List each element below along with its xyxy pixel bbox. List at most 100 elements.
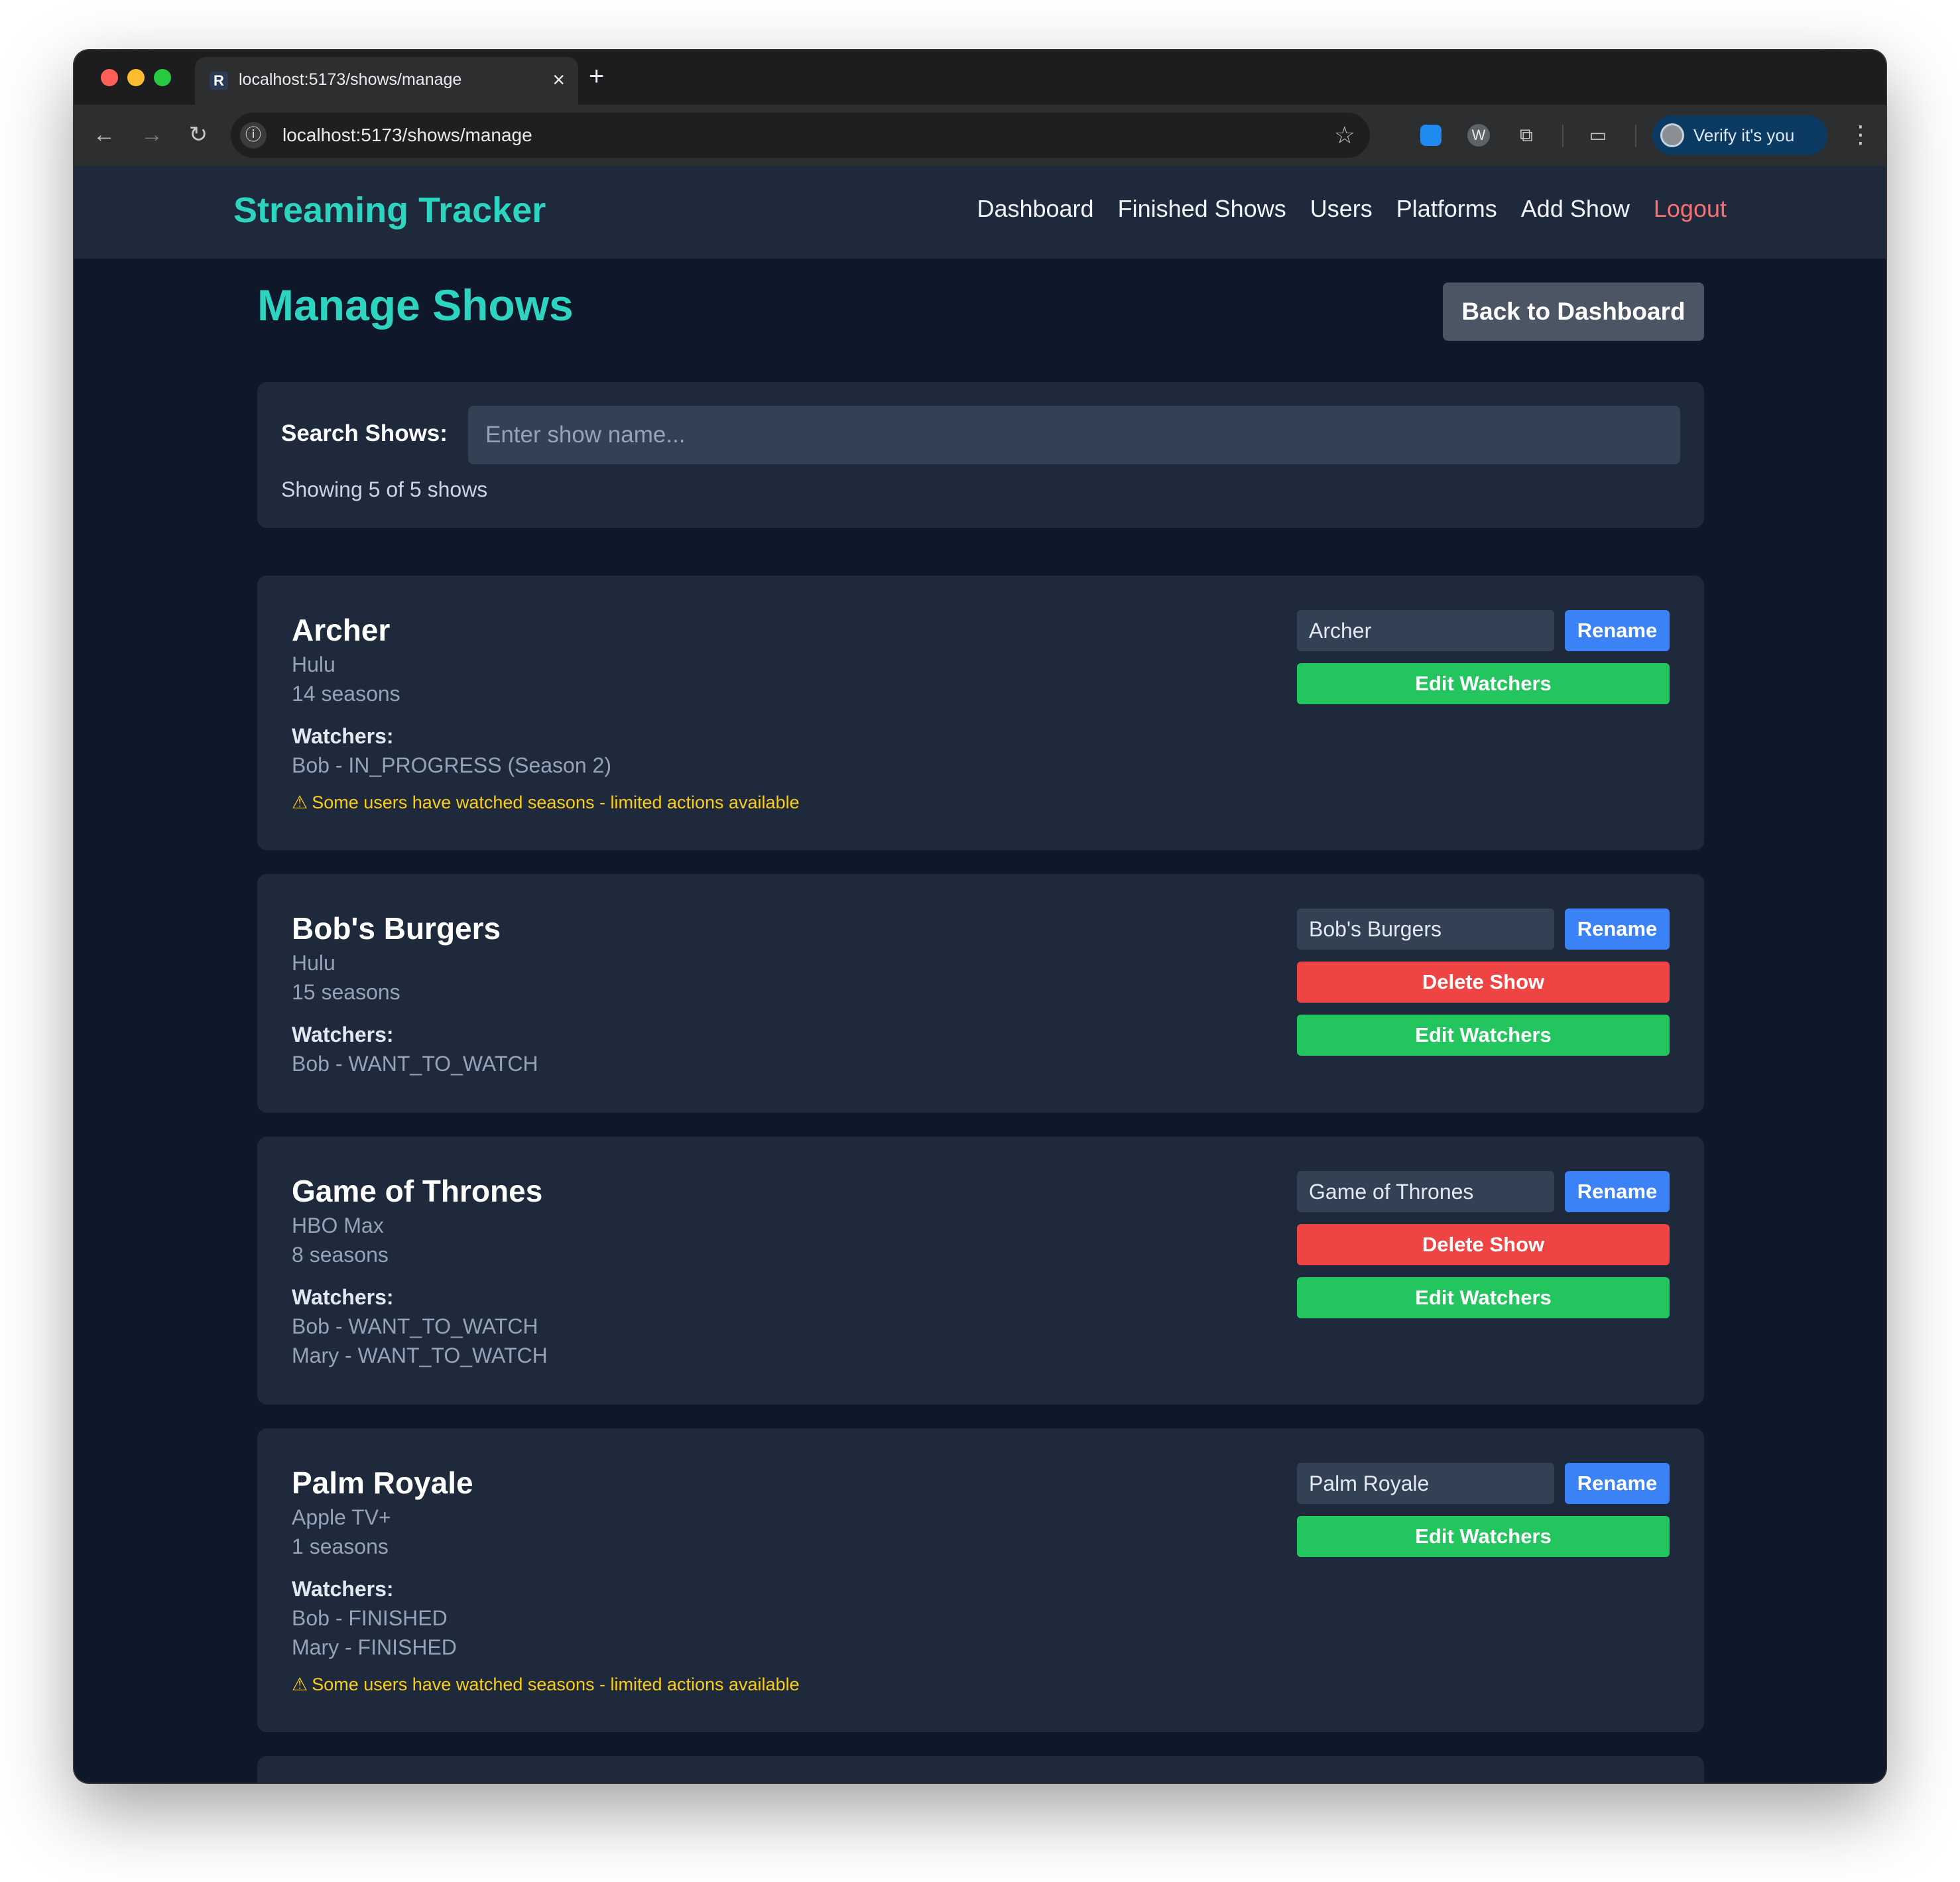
- site-info-icon[interactable]: ⓘ: [240, 122, 267, 149]
- reload-icon[interactable]: ↻: [182, 118, 215, 151]
- minimize-window-button[interactable]: [127, 69, 145, 86]
- show-platform: HBO Max: [292, 1214, 384, 1237]
- maximize-window-button[interactable]: [154, 69, 171, 86]
- warning-text: Some users have watched seasons - limite…: [312, 1674, 800, 1694]
- app-navbar: Streaming Tracker Dashboard Finished Sho…: [74, 166, 1886, 259]
- brand-logo[interactable]: Streaming Tracker: [233, 190, 546, 231]
- edit-watchers-button[interactable]: Edit Watchers: [1297, 663, 1670, 704]
- toolbar-divider: [1562, 125, 1563, 147]
- show-info: Game of Thrones HBO Max 8 seasons Watche…: [292, 1171, 1220, 1370]
- close-tab-icon[interactable]: ×: [552, 66, 565, 93]
- forward-arrow-icon[interactable]: →: [135, 118, 168, 151]
- watcher-entry: Bob - IN_PROGRESS (Season 2): [292, 753, 611, 777]
- rename-input[interactable]: [1297, 1171, 1554, 1212]
- cast-icon[interactable]: ▭: [1585, 122, 1611, 149]
- w-extension-icon[interactable]: W: [1465, 122, 1492, 149]
- watcher-entry: Mary - FINISHED: [292, 1635, 457, 1659]
- nav-link-finished-shows[interactable]: Finished Shows: [1118, 195, 1286, 223]
- rename-row: Rename: [1297, 610, 1670, 651]
- watchers-label: Watchers:: [292, 1577, 394, 1601]
- nav-link-add-show[interactable]: Add Show: [1521, 195, 1630, 223]
- show-seasons: 15 seasons: [292, 980, 400, 1004]
- show-actions: Rename Edit Watchers: [1297, 1463, 1670, 1557]
- show-platform: Hulu: [292, 951, 336, 975]
- limited-actions-warning: ⚠ Some users have watched seasons - limit…: [292, 789, 1220, 816]
- watcher-entry: Bob - WANT_TO_WATCH: [292, 1052, 538, 1076]
- edit-watchers-button[interactable]: Edit Watchers: [1297, 1015, 1670, 1056]
- warning-text: Some users have watched seasons - limite…: [312, 792, 800, 812]
- nav-link-logout[interactable]: Logout: [1654, 195, 1727, 223]
- watcher-entry: Mary - WANT_TO_WATCH: [292, 1344, 548, 1367]
- browser-tab[interactable]: R localhost:5173/shows/manage ×: [195, 57, 578, 105]
- show-platform: Hulu: [292, 653, 336, 676]
- cloud-extension-icon[interactable]: [1418, 122, 1444, 149]
- show-name: Game of Thrones: [292, 1174, 543, 1208]
- url-text[interactable]: localhost:5173/shows/manage: [282, 125, 532, 146]
- delete-show-button[interactable]: Delete Show: [1297, 962, 1670, 1003]
- search-result-count: Showing 5 of 5 shows: [281, 477, 488, 501]
- search-panel: Search Shows: Showing 5 of 5 shows: [257, 382, 1704, 528]
- show-seasons: 1 seasons: [292, 1535, 389, 1558]
- page-title: Manage Shows: [257, 281, 574, 330]
- rename-row: Rename: [1297, 909, 1670, 950]
- search-input[interactable]: [468, 406, 1680, 464]
- toolbar-divider: [1635, 125, 1636, 147]
- rename-input[interactable]: [1297, 610, 1554, 651]
- close-window-button[interactable]: [101, 69, 118, 86]
- watchers-label: Watchers:: [292, 1023, 394, 1046]
- watcher-entry: Bob - FINISHED: [292, 1606, 448, 1630]
- rename-button[interactable]: Rename: [1565, 909, 1670, 950]
- favicon-icon: R: [210, 72, 228, 90]
- edit-watchers-button[interactable]: Edit Watchers: [1297, 1516, 1670, 1557]
- search-label: Search Shows:: [281, 420, 448, 446]
- back-arrow-icon[interactable]: ←: [88, 118, 121, 151]
- watchers-label: Watchers:: [292, 724, 394, 748]
- rename-input[interactable]: [1297, 909, 1554, 950]
- warning-icon: ⚠: [292, 1674, 308, 1694]
- rename-button[interactable]: Rename: [1565, 610, 1670, 651]
- show-info: Palm Royale Apple TV+ 1 seasons Watchers…: [292, 1463, 1220, 1698]
- browser-menu-icon[interactable]: ⋮: [1849, 118, 1872, 151]
- show-card: Palm Royale Apple TV+ 1 seasons Watchers…: [257, 1428, 1704, 1732]
- show-platform: Apple TV+: [292, 1505, 391, 1529]
- show-info: Bob's Burgers Hulu 15 seasons Watchers: …: [292, 909, 1220, 1078]
- show-name: Archer: [292, 613, 391, 647]
- show-card: Bob's Burgers Hulu 15 seasons Watchers: …: [257, 874, 1704, 1113]
- show-actions: Rename Delete Show Edit Watchers: [1297, 909, 1670, 1056]
- browser-window: R localhost:5173/shows/manage × + ← → ↻ …: [74, 50, 1886, 1783]
- show-seasons: 8 seasons: [292, 1243, 389, 1267]
- nav-link-platforms[interactable]: Platforms: [1396, 195, 1497, 223]
- nav-link-dashboard[interactable]: Dashboard: [977, 195, 1093, 223]
- rename-button[interactable]: Rename: [1565, 1171, 1670, 1212]
- profile-label: Verify it's you: [1693, 125, 1795, 145]
- delete-show-button[interactable]: Delete Show: [1297, 1224, 1670, 1265]
- page-viewport: Streaming Tracker Dashboard Finished Sho…: [74, 166, 1886, 1783]
- new-tab-icon[interactable]: +: [589, 60, 604, 93]
- address-bar[interactable]: ⓘ localhost:5173/shows/manage ☆: [231, 113, 1370, 158]
- bookmark-star-icon[interactable]: ☆: [1334, 121, 1355, 150]
- show-card: Archer Hulu 14 seasons Watchers: Bob - I…: [257, 576, 1704, 850]
- extensions-puzzle-icon[interactable]: ⧉: [1513, 122, 1540, 149]
- watchers-label: Watchers:: [292, 1285, 394, 1309]
- show-seasons: 14 seasons: [292, 682, 400, 706]
- nav-link-users[interactable]: Users: [1310, 195, 1373, 223]
- show-name: Palm Royale: [292, 1466, 473, 1500]
- show-card: [257, 1756, 1704, 1783]
- rename-row: Rename: [1297, 1463, 1670, 1504]
- watcher-entry: Bob - WANT_TO_WATCH: [292, 1314, 538, 1338]
- avatar: [1660, 123, 1684, 147]
- page-header: Manage Shows Back to Dashboard: [257, 259, 1704, 382]
- browser-toolbar: ← → ↻ ⓘ localhost:5173/shows/manage ☆ W …: [74, 105, 1886, 166]
- rename-input[interactable]: [1297, 1463, 1554, 1504]
- rename-row: Rename: [1297, 1171, 1670, 1212]
- profile-button[interactable]: Verify it's you: [1652, 115, 1827, 155]
- show-actions: Rename Edit Watchers: [1297, 610, 1670, 704]
- warning-icon: ⚠: [292, 792, 308, 812]
- rename-button[interactable]: Rename: [1565, 1463, 1670, 1504]
- show-card: Game of Thrones HBO Max 8 seasons Watche…: [257, 1137, 1704, 1405]
- edit-watchers-button[interactable]: Edit Watchers: [1297, 1277, 1670, 1318]
- main-content: Manage Shows Back to Dashboard Search Sh…: [257, 259, 1704, 1783]
- back-to-dashboard-button[interactable]: Back to Dashboard: [1443, 282, 1704, 341]
- nav-links: Dashboard Finished Shows Users Platforms…: [977, 195, 1727, 223]
- show-info: Archer Hulu 14 seasons Watchers: Bob - I…: [292, 610, 1220, 816]
